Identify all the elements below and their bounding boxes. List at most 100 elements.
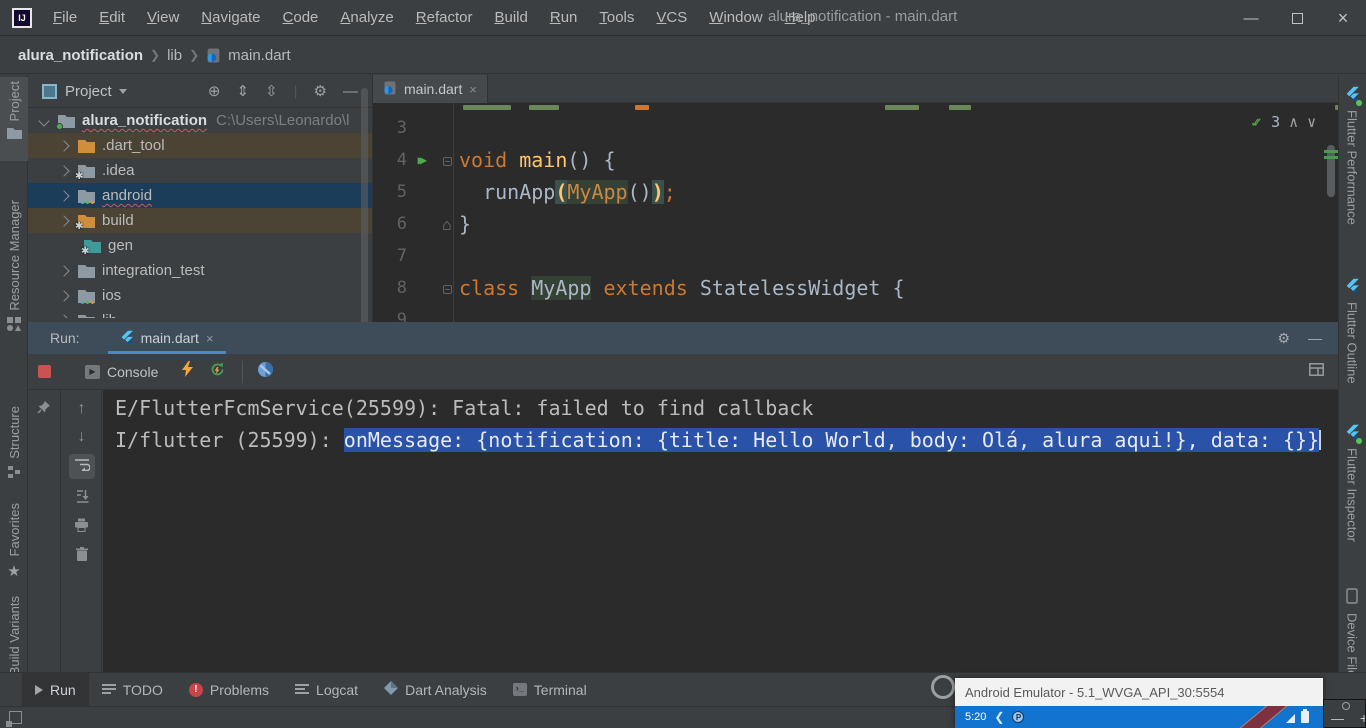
scroll-to-end-icon[interactable] bbox=[75, 489, 89, 508]
tree-item-integration-test[interactable]: integration_test bbox=[28, 258, 372, 283]
code-editor[interactable]: 3 4 ▶▶ void main() { 5 runApp(MyApp()); … bbox=[373, 103, 1338, 322]
tree-item-lib[interactable]: lib bbox=[28, 308, 372, 318]
stripe-tab-flutter-performance[interactable]: Flutter Performance bbox=[1338, 86, 1366, 225]
menu-navigate[interactable]: Navigate bbox=[190, 2, 271, 33]
emulator-zoom-controls[interactable]: — + bbox=[1323, 699, 1366, 728]
gear-icon[interactable]: ⚙ bbox=[314, 82, 327, 100]
minimize-button[interactable]: — bbox=[1228, 0, 1274, 36]
chevron-down-icon[interactable] bbox=[38, 115, 49, 126]
breadcrumb-file[interactable]: main.dart bbox=[228, 47, 291, 64]
hide-panel-icon[interactable]: — bbox=[1308, 330, 1322, 347]
run-main-gutter-icon[interactable]: ▶▶ bbox=[407, 153, 435, 167]
menu-file[interactable]: File bbox=[42, 2, 88, 33]
up-arrow-icon[interactable]: ↑ bbox=[78, 400, 86, 418]
console-line-2: I/flutter (25599): onMessage: {notificat… bbox=[115, 424, 1321, 456]
locate-file-icon[interactable]: ⊕ bbox=[208, 82, 221, 100]
chevron-right-icon[interactable] bbox=[58, 290, 69, 301]
menu-view[interactable]: View bbox=[136, 2, 190, 33]
close-icon[interactable]: × bbox=[206, 331, 214, 346]
stripe-label: Flutter Performance bbox=[1345, 110, 1360, 225]
gear-icon[interactable]: ⚙ bbox=[1277, 330, 1290, 347]
inspections-count: 3 bbox=[1271, 113, 1280, 131]
layout-settings-icon[interactable] bbox=[1309, 363, 1324, 381]
menu-tools[interactable]: Tools bbox=[588, 2, 645, 33]
toolbar-tab-terminal[interactable]: ›_ Terminal bbox=[500, 673, 600, 707]
menu-vcs[interactable]: VCS bbox=[645, 2, 698, 33]
zoom-in-icon[interactable]: + bbox=[1360, 710, 1366, 726]
tree-item-gen[interactable]: ✱ gen bbox=[28, 233, 372, 258]
collapse-all-icon[interactable]: ⇳ bbox=[265, 82, 278, 100]
close-icon[interactable]: × bbox=[469, 82, 477, 97]
clear-trash-icon[interactable] bbox=[76, 547, 88, 566]
toolbar-tab-run[interactable]: Run bbox=[22, 673, 89, 707]
chevron-right-icon[interactable] bbox=[58, 165, 69, 176]
toolbar-tab-logcat[interactable]: Logcat bbox=[282, 673, 371, 707]
fold-icon[interactable] bbox=[435, 151, 459, 170]
stripe-tab-flutter-outline[interactable]: Flutter Outline bbox=[1338, 278, 1366, 384]
pin-icon[interactable] bbox=[37, 400, 51, 419]
tree-item-root[interactable]: alura_notification C:\Users\Leonardo\l bbox=[28, 108, 372, 133]
project-scrollbar[interactable] bbox=[361, 88, 368, 328]
menu-window[interactable]: Window bbox=[698, 2, 773, 33]
print-icon[interactable] bbox=[74, 518, 89, 537]
chevron-right-icon[interactable] bbox=[58, 314, 69, 318]
stripe-tab-flutter-inspector[interactable]: Flutter Inspector bbox=[1338, 424, 1366, 542]
emulator-clock: 5:20 bbox=[965, 711, 986, 723]
close-button[interactable]: × bbox=[1320, 0, 1366, 36]
project-panel-title[interactable]: Project bbox=[65, 83, 112, 100]
hide-panel-icon[interactable]: — bbox=[343, 83, 358, 100]
zoom-reset-icon[interactable] bbox=[1342, 702, 1350, 710]
stripe-tab-resource-manager[interactable]: Resource Manager bbox=[0, 200, 28, 331]
chevron-right-icon[interactable] bbox=[58, 140, 69, 151]
stripe-tab-favorites[interactable]: Favorites ★ bbox=[0, 503, 28, 580]
menu-analyze[interactable]: Analyze bbox=[329, 2, 404, 33]
toolbar-tab-problems[interactable]: ! Problems bbox=[176, 673, 282, 707]
chevron-right-icon[interactable] bbox=[58, 265, 69, 276]
fold-icon[interactable] bbox=[435, 279, 459, 298]
expand-all-icon[interactable]: ⇕ bbox=[236, 82, 249, 100]
chevron-right-icon[interactable] bbox=[58, 215, 69, 226]
prev-problem-icon[interactable]: ∧ bbox=[1289, 113, 1298, 131]
tree-item-label: .dart_tool bbox=[102, 137, 165, 154]
inspections-widget[interactable]: ✓✓ 3 ∧ ∨ bbox=[1251, 113, 1316, 131]
toolbar-tab-dart-analysis[interactable]: Dart Analysis bbox=[371, 673, 500, 707]
chevron-right-icon[interactable] bbox=[58, 190, 69, 201]
emulator-title-bar[interactable]: Android Emulator - 5.1_WVGA_API_30:5554 bbox=[955, 678, 1323, 706]
soft-wrap-icon[interactable] bbox=[69, 454, 95, 479]
run-tab-main-dart[interactable]: main.dart × bbox=[108, 322, 226, 354]
fold-end-icon[interactable]: ⌂ bbox=[435, 215, 459, 234]
tree-item-android[interactable]: android bbox=[28, 183, 372, 208]
selected-text: onMessage: {notification: {title: Hello … bbox=[344, 428, 1319, 452]
next-problem-icon[interactable]: ∨ bbox=[1307, 113, 1316, 131]
console-output[interactable]: E/FlutterFcmService(25599): Fatal: faile… bbox=[103, 390, 1338, 672]
tree-item-idea[interactable]: ✱ .idea bbox=[28, 158, 372, 183]
menu-code[interactable]: Code bbox=[272, 2, 330, 33]
tree-item-build[interactable]: ✱ build bbox=[28, 208, 372, 233]
menu-refactor[interactable]: Refactor bbox=[405, 2, 484, 33]
console-tab[interactable]: ▶ Console bbox=[77, 364, 166, 380]
hot-reload-bolt-icon[interactable] bbox=[182, 361, 193, 382]
tree-item-dart-tool[interactable]: .dart_tool bbox=[28, 133, 372, 158]
stripe-label: Resource Manager bbox=[7, 200, 22, 311]
emulator-window[interactable]: Android Emulator - 5.1_WVGA_API_30:5554 … bbox=[955, 678, 1323, 728]
editor-tab-main-dart[interactable]: main.dart × bbox=[373, 75, 488, 103]
stripe-tab-structure[interactable]: Structure bbox=[0, 406, 28, 479]
down-arrow-icon[interactable]: ↓ bbox=[78, 428, 86, 446]
dart-devtools-icon[interactable] bbox=[257, 361, 274, 383]
breadcrumb-dir[interactable]: lib bbox=[167, 47, 182, 64]
clipped-code-line bbox=[463, 105, 511, 110]
hot-restart-icon[interactable] bbox=[209, 361, 226, 383]
menu-run[interactable]: Run bbox=[539, 2, 589, 33]
stripe-tab-project[interactable]: Project bbox=[0, 77, 28, 161]
toolbar-tab-todo[interactable]: TODO bbox=[89, 673, 176, 707]
maximize-button[interactable] bbox=[1274, 0, 1320, 36]
stop-button[interactable] bbox=[38, 365, 51, 378]
zoom-out-icon[interactable]: — bbox=[1331, 711, 1344, 726]
tool-window-toggler-icon[interactable] bbox=[9, 711, 22, 724]
menu-build[interactable]: Build bbox=[483, 2, 538, 33]
tree-item-ios[interactable]: ios bbox=[28, 283, 372, 308]
breadcrumb-project[interactable]: alura_notification bbox=[18, 47, 143, 64]
tree-item-label: .idea bbox=[102, 162, 135, 179]
menu-edit[interactable]: Edit bbox=[88, 2, 136, 33]
analysis-mark bbox=[1324, 156, 1338, 159]
